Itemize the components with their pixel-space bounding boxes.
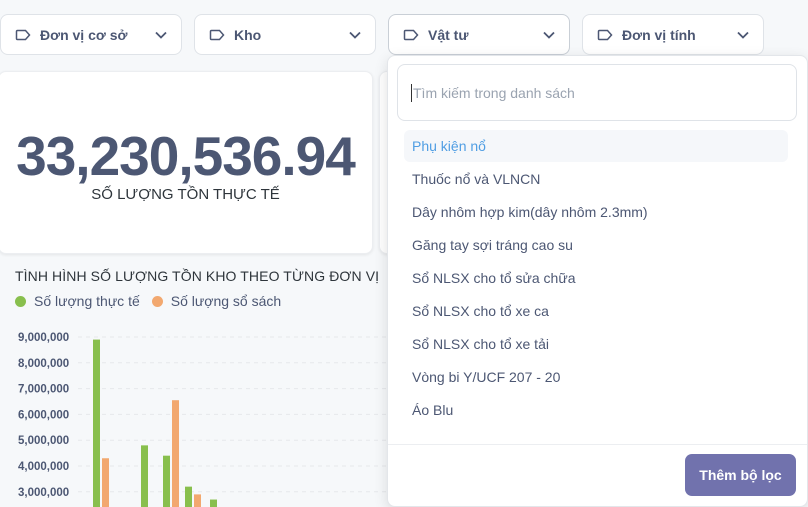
y-tick-label: 7,000,000 [18,384,69,396]
dropdown-option[interactable]: Dây nhôm hợp kim(dây nhôm 2.3mm) [404,196,788,228]
dropdown-option[interactable]: Sổ NLSX cho tổ xe tải [404,328,788,360]
dropdown-option[interactable]: Thuốc nổ và VLNCN [404,163,788,195]
bar-book[interactable] [172,400,179,507]
filter-label: Đơn vị tính [622,26,696,43]
divider [388,444,807,445]
chart-title: TÌNH HÌNH SỐ LƯỢNG TỒN KHO THEO TỪNG ĐƠN… [15,268,380,284]
vat-tu-dropdown: Phụ kiện nổThuốc nổ và VLNCNDây nhôm hợp… [387,55,808,507]
bar-chart: 9,000,000 8,000,000 7,000,000 6,000,000 5,00… [18,332,388,507]
tag-icon [597,29,613,41]
dropdown-option[interactable]: Sổ NLSX cho tổ sửa chữa [404,262,788,294]
chevron-down-icon [155,29,167,41]
chart-legend: Số lượng thực tế Số lượng sổ sách [15,293,293,309]
tag-icon [209,29,225,41]
y-tick-label: 3,000,000 [18,487,69,499]
y-tick-label: 5,000,000 [18,435,69,447]
legend-dot [151,295,163,307]
dropdown-option[interactable]: Sổ NLSX cho tổ xe ca [404,295,788,327]
dropdown-option[interactable]: Vòng bi Y/UCF 207 - 20 [404,361,788,393]
search-input[interactable] [413,84,773,101]
tag-icon [15,29,31,41]
bar-actual[interactable] [93,339,100,507]
y-tick-label: 6,000,000 [18,409,69,421]
search-box[interactable] [397,64,797,121]
filter-label: Kho [234,26,262,43]
legend-label: Số lượng sổ sách [170,293,282,309]
filter-don-vi-tinh[interactable]: Đơn vị tính [582,14,764,55]
chevron-down-icon [349,29,361,41]
add-filter-button[interactable]: Thêm bộ lọc [685,454,796,496]
text-cursor [411,83,412,102]
y-tick-label: 4,000,000 [18,461,69,473]
bar-book[interactable] [194,494,201,507]
bar-actual[interactable] [163,455,170,507]
filter-vat-tu[interactable]: Vật tư [388,14,570,55]
filter-label: Đơn vị cơ sở [40,26,128,43]
bar-actual[interactable] [185,486,192,507]
y-tick-label: 8,000,000 [18,358,69,370]
filter-kho[interactable]: Kho [194,14,376,55]
chevron-down-icon [543,29,555,41]
kpi-label: SỐ LƯỢNG TỒN THỰC TẾ [91,186,280,203]
bar-actual[interactable] [141,445,148,507]
y-tick-label: 9,000,000 [18,332,69,344]
legend-item-book[interactable]: Số lượng sổ sách [151,293,282,309]
legend-dot [15,295,26,307]
bar-actual[interactable] [210,499,217,507]
dropdown-option[interactable]: Phụ kiện nổ [404,130,788,162]
chevron-down-icon [737,29,749,41]
filter-label: Vật tư [428,26,469,43]
tag-icon [403,29,419,41]
dropdown-option[interactable]: Găng tay sợi tráng cao su [404,229,788,261]
kpi-card: 33,230,536.94 SỐ LƯỢNG TỒN THỰC TẾ [0,71,373,254]
dropdown-option[interactable]: Áo Blu [404,394,788,426]
legend-label: Số lượng thực tế [34,293,140,309]
kpi-value: 33,230,536.94 [16,125,356,187]
legend-item-actual[interactable]: Số lượng thực tế [15,293,140,309]
bar-book[interactable] [102,458,109,507]
filter-don-vi-co-so[interactable]: Đơn vị cơ sở [0,14,182,55]
